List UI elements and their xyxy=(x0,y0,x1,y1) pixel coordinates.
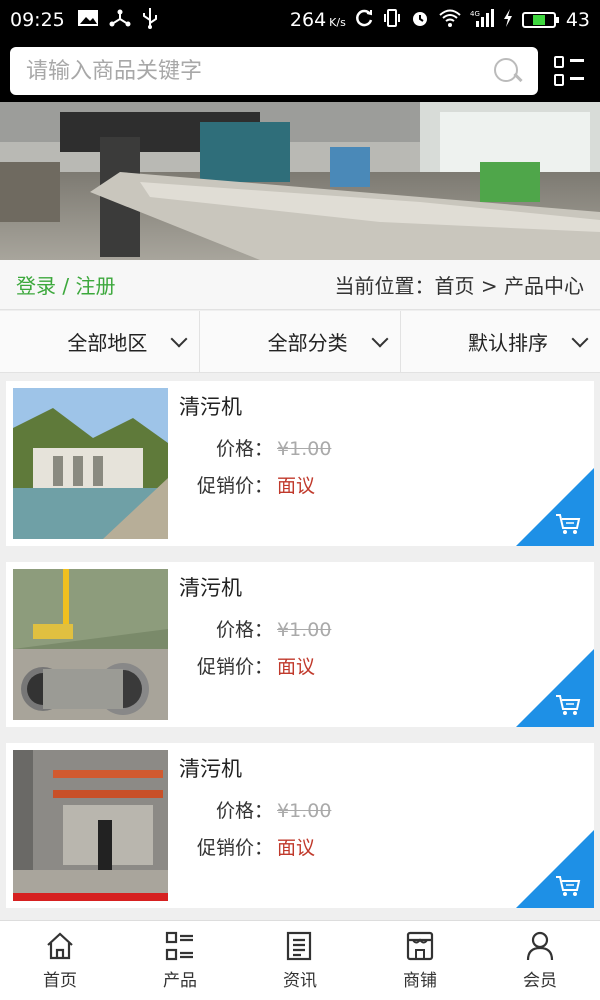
home-icon xyxy=(47,932,73,960)
bottom-nav: 首页 产品 资讯 商铺 会员 xyxy=(0,920,600,1000)
search-icon[interactable] xyxy=(492,56,522,86)
usb-icon xyxy=(141,7,159,34)
chevron-down-icon xyxy=(371,330,389,347)
nav-shop[interactable]: 商铺 xyxy=(360,921,480,1000)
product-price: ¥1.00 xyxy=(277,438,332,460)
login-breadcrumb-row: 登录 / 注册 当前位置：首页 > 产品中心 xyxy=(0,260,600,310)
cart-icon[interactable] xyxy=(554,693,582,717)
status-bar: 09:25 264 K/s 4G 43 xyxy=(0,0,600,40)
product-title[interactable]: 清污机 xyxy=(179,572,242,602)
nav-home[interactable]: 首页 xyxy=(0,921,120,1000)
filter-region[interactable]: 全部地区 xyxy=(0,311,201,372)
promo-label: 促销价： xyxy=(197,837,274,859)
chevron-down-icon xyxy=(571,330,589,347)
svg-text:4G: 4G xyxy=(470,10,480,18)
product-price-row: 价格： ¥1.00 xyxy=(216,615,331,642)
vibrate-icon xyxy=(382,8,402,33)
nav-member-label: 会员 xyxy=(523,971,557,991)
product-promo-price: 面议 xyxy=(277,837,316,859)
product-image[interactable] xyxy=(13,388,168,539)
login-register-link[interactable]: 登录 / 注册 xyxy=(16,270,115,299)
breadcrumb: 当前位置：首页 > 产品中心 xyxy=(334,274,584,298)
wifi-icon xyxy=(438,8,462,33)
product-image[interactable] xyxy=(13,569,168,720)
nav-news-label: 资讯 xyxy=(283,971,317,991)
shop-icon xyxy=(406,931,434,961)
product-title[interactable]: 清污机 xyxy=(179,391,242,421)
price-label: 价格： xyxy=(216,438,274,460)
product-promo-price: 面议 xyxy=(277,656,316,678)
promo-label: 促销价： xyxy=(197,656,274,678)
filter-category[interactable]: 全部分类 xyxy=(200,311,401,372)
search-header xyxy=(0,40,600,102)
search-box[interactable] xyxy=(10,47,538,95)
signal-4g-icon: 4G xyxy=(470,8,494,33)
product-price-row: 价格： ¥1.00 xyxy=(216,434,331,461)
filter-region-label: 全部地区 xyxy=(67,331,148,355)
product-card[interactable]: 清污机 价格： ¥1.00 促销价： 面议 xyxy=(6,562,594,727)
price-label: 价格： xyxy=(216,800,274,822)
filter-sort[interactable]: 默认排序 xyxy=(401,311,600,372)
products-icon xyxy=(165,931,193,961)
charging-icon xyxy=(502,8,514,33)
product-promo-row: 促销价： 面议 xyxy=(197,833,315,860)
product-image[interactable] xyxy=(13,750,168,901)
promo-label: 促销价： xyxy=(197,475,274,497)
image-icon xyxy=(77,9,99,32)
price-label: 价格： xyxy=(216,619,274,641)
product-card[interactable]: 清污机 价格： ¥1.00 促销价： 面议 xyxy=(6,743,594,908)
filter-category-label: 全部分类 xyxy=(267,331,348,355)
battery-level: 43 xyxy=(565,9,590,31)
search-input[interactable] xyxy=(26,58,492,84)
usb-share-icon xyxy=(109,8,131,33)
sync-icon xyxy=(354,8,374,33)
banner-image[interactable] xyxy=(0,102,600,260)
nav-home-label: 首页 xyxy=(43,971,77,991)
battery-icon xyxy=(521,12,559,28)
product-title[interactable]: 清污机 xyxy=(179,753,242,783)
chevron-down-icon xyxy=(170,330,188,347)
product-promo-row: 促销价： 面议 xyxy=(197,471,315,498)
filter-sort-label: 默认排序 xyxy=(467,331,548,355)
status-time: 09:25 xyxy=(10,9,65,31)
nav-member[interactable]: 会员 xyxy=(480,921,600,1000)
nav-news[interactable]: 资讯 xyxy=(240,921,360,1000)
product-price-row: 价格： ¥1.00 xyxy=(216,796,331,823)
member-icon xyxy=(526,931,554,961)
alarm-icon xyxy=(410,8,430,33)
product-promo-row: 促销价： 面议 xyxy=(197,652,315,679)
nav-shop-label: 商铺 xyxy=(403,971,437,991)
cart-icon[interactable] xyxy=(554,512,582,536)
product-price: ¥1.00 xyxy=(277,619,332,641)
product-promo-price: 面议 xyxy=(277,475,316,497)
product-card[interactable]: 清污机 价格： ¥1.00 促销价： 面议 xyxy=(6,381,594,546)
cart-icon[interactable] xyxy=(554,874,582,898)
nav-products-label: 产品 xyxy=(163,971,197,991)
news-icon xyxy=(286,931,312,961)
nav-products[interactable]: 产品 xyxy=(120,921,240,1000)
filter-bar: 全部地区 全部分类 默认排序 xyxy=(0,311,600,373)
product-price: ¥1.00 xyxy=(277,800,332,822)
network-speed: 264 K/s xyxy=(289,9,346,31)
grid-menu-icon[interactable] xyxy=(554,56,584,86)
